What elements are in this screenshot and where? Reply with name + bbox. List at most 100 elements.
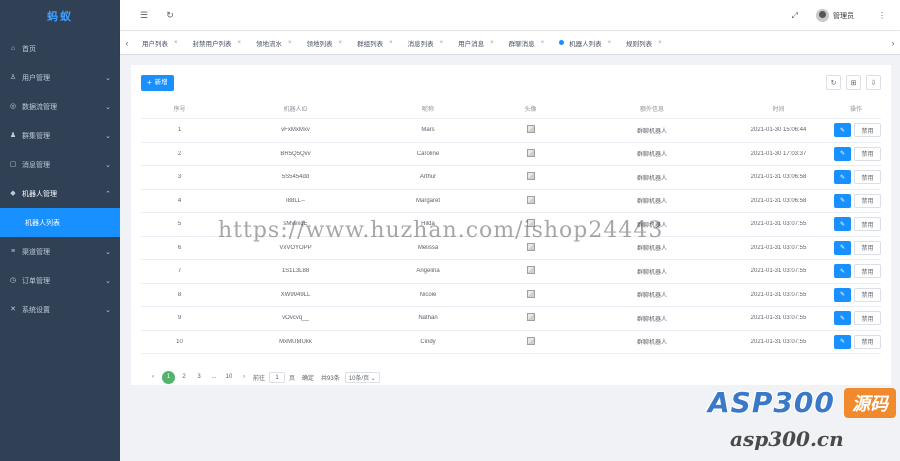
sidebar-item-8[interactable]: ✕ 系统设置 ⌄ bbox=[0, 295, 120, 324]
sidebar-item-label: 订单管理 bbox=[22, 277, 50, 285]
confirm-page-button[interactable]: 确定 bbox=[299, 373, 317, 382]
disable-button[interactable]: 禁用 bbox=[854, 193, 881, 208]
page-number[interactable]: 1 bbox=[162, 370, 175, 384]
tab-6[interactable]: 用户消息 × bbox=[450, 31, 501, 55]
sidebar-item-5[interactable]: ◆ 机器人管理 ⌃ bbox=[0, 179, 120, 208]
edit-button[interactable]: ✎ bbox=[834, 311, 851, 326]
export-icon[interactable]: ⇩ bbox=[866, 75, 881, 90]
user-name[interactable]: 管理员 bbox=[833, 11, 854, 21]
page-number[interactable]: 10 bbox=[223, 371, 235, 383]
disable-button[interactable]: 禁用 bbox=[854, 146, 881, 161]
goto-page-input[interactable]: 1 bbox=[269, 371, 286, 383]
prev-page-icon[interactable]: ‹ bbox=[147, 371, 159, 383]
sidebar-item-6[interactable]: ≡ 渠道管理 ⌄ bbox=[0, 237, 120, 266]
row-number: 1 bbox=[177, 127, 182, 134]
table-toolbar: + 新增 ↻ ⊞ ⇩ bbox=[141, 75, 881, 91]
close-icon[interactable]: × bbox=[490, 40, 494, 46]
close-icon[interactable]: × bbox=[389, 40, 393, 46]
edit-button[interactable]: ✎ bbox=[834, 193, 851, 208]
close-icon[interactable]: × bbox=[339, 40, 343, 46]
refresh-page-icon[interactable]: ↻ bbox=[163, 8, 177, 22]
close-icon[interactable]: × bbox=[658, 40, 662, 46]
robot-nickname: Mars bbox=[421, 127, 435, 134]
next-page-icon[interactable]: › bbox=[238, 371, 250, 383]
page-number[interactable]: 3 bbox=[193, 371, 205, 383]
tab-3[interactable]: 领地列表 × bbox=[299, 31, 350, 55]
close-icon[interactable]: × bbox=[440, 40, 444, 46]
sidebar-subitem-robot-list[interactable]: 机器人列表 bbox=[0, 208, 120, 237]
disable-button[interactable]: 禁用 bbox=[854, 287, 881, 302]
robot-nickname: Caroline bbox=[416, 150, 440, 157]
sidebar-item-1[interactable]: ♙ 用户管理 ⌄ bbox=[0, 63, 120, 92]
disable-button[interactable]: 禁用 bbox=[854, 334, 881, 349]
edit-button[interactable]: ✎ bbox=[834, 287, 851, 302]
tab-label: 群聊消息 bbox=[508, 40, 535, 48]
sidebar-item-label: 用户管理 bbox=[22, 74, 50, 82]
user-icon: ♙ bbox=[9, 73, 17, 81]
close-icon[interactable]: × bbox=[174, 40, 178, 46]
created-time: 2021-01-31 03:07:55 bbox=[750, 291, 807, 298]
edit-button[interactable]: ✎ bbox=[834, 170, 851, 185]
edit-button[interactable]: ✎ bbox=[834, 240, 851, 255]
edit-button[interactable]: ✎ bbox=[834, 123, 851, 138]
tab-0[interactable]: 用户列表 × bbox=[134, 31, 185, 55]
more-icon[interactable]: ⋮ bbox=[878, 11, 886, 20]
close-icon[interactable]: × bbox=[608, 40, 612, 46]
sidebar-item-0[interactable]: ⌂ 首页 bbox=[0, 34, 120, 63]
add-button[interactable]: + 新增 bbox=[141, 75, 174, 91]
disable-button[interactable]: 禁用 bbox=[854, 311, 881, 326]
disable-button[interactable]: 禁用 bbox=[854, 264, 881, 279]
robot-nickname: Angelina bbox=[416, 268, 440, 275]
extra-info: 群聊机器人 bbox=[636, 246, 667, 253]
chevron-up-icon: ⌃ bbox=[105, 190, 111, 198]
table-row: 4 I88LL-- Margaret 群聊机器人 2021-01-31 03:06:58… bbox=[141, 190, 881, 213]
sidebar-item-7[interactable]: ◷ 订单管理 ⌄ bbox=[0, 266, 120, 295]
columns-icon[interactable]: ⊞ bbox=[846, 75, 861, 90]
row-actions: ✎ 禁用 bbox=[831, 217, 881, 232]
tab-2[interactable]: 领地流水 × bbox=[248, 31, 299, 55]
sidebar-item-label: 消息管理 bbox=[22, 161, 50, 169]
plus-icon: + bbox=[147, 78, 152, 87]
tab-1[interactable]: 封禁用户列表 × bbox=[185, 31, 249, 55]
disable-button[interactable]: 禁用 bbox=[854, 123, 881, 138]
disable-button[interactable]: 禁用 bbox=[854, 170, 881, 185]
sidebar-item-label: 系统设置 bbox=[22, 306, 50, 314]
tab-9[interactable]: 规则列表 × bbox=[618, 31, 669, 55]
edit-button[interactable]: ✎ bbox=[834, 146, 851, 161]
total-count: 共93条 bbox=[321, 375, 340, 382]
tab-7[interactable]: 群聊消息 × bbox=[501, 31, 552, 55]
fullscreen-icon[interactable]: ⤢ bbox=[792, 11, 798, 21]
tab-4[interactable]: 群组列表 × bbox=[349, 31, 400, 55]
edit-button[interactable]: ✎ bbox=[834, 264, 851, 279]
close-icon[interactable]: × bbox=[238, 40, 242, 46]
edit-button[interactable]: ✎ bbox=[834, 217, 851, 232]
page-size-select[interactable]: 10条/页 ⌄ bbox=[344, 371, 380, 383]
page-number[interactable]: 2 bbox=[178, 371, 190, 383]
close-icon[interactable]: × bbox=[288, 40, 292, 46]
add-button-label: 新增 bbox=[154, 79, 168, 86]
created-time: 2021-01-31 03:06:58 bbox=[750, 174, 807, 181]
disable-button[interactable]: 禁用 bbox=[854, 240, 881, 255]
sidebar-item-4[interactable]: ▢ 消息管理 ⌄ bbox=[0, 150, 120, 179]
disable-button[interactable]: 禁用 bbox=[854, 217, 881, 232]
hamburger-icon[interactable]: ☰ bbox=[137, 8, 151, 22]
avatar[interactable] bbox=[816, 9, 829, 22]
robot-nickname: Cindy bbox=[420, 338, 436, 345]
brand-logo[interactable]: 蚂蚁 bbox=[0, 0, 120, 34]
tab-8[interactable]: 机器人列表 × bbox=[551, 31, 618, 55]
extra-info: 群聊机器人 bbox=[636, 340, 667, 347]
chevron-down-icon: ⌄ bbox=[105, 132, 111, 140]
tab-5[interactable]: 消息列表 × bbox=[400, 31, 451, 55]
navbar-right: ⤢ 管理员 ⋮ bbox=[792, 0, 886, 31]
robot-id: VxVOYOPP bbox=[279, 244, 312, 251]
column-header: 昵称 bbox=[421, 107, 434, 113]
refresh-icon[interactable]: ↻ bbox=[826, 75, 841, 90]
edit-button[interactable]: ✎ bbox=[834, 334, 851, 349]
logo-sub-text: asp300.cn bbox=[730, 427, 844, 451]
tab-scroll-left-icon[interactable]: ‹ bbox=[120, 31, 134, 55]
sidebar-item-2[interactable]: ◎ 数据流管理 ⌄ bbox=[0, 92, 120, 121]
close-icon[interactable]: × bbox=[541, 40, 545, 46]
tab-scroll-right-icon[interactable]: › bbox=[886, 31, 900, 55]
sidebar-item-3[interactable]: ♟ 群集管理 ⌄ bbox=[0, 121, 120, 150]
tab-label: 消息列表 bbox=[407, 40, 434, 48]
